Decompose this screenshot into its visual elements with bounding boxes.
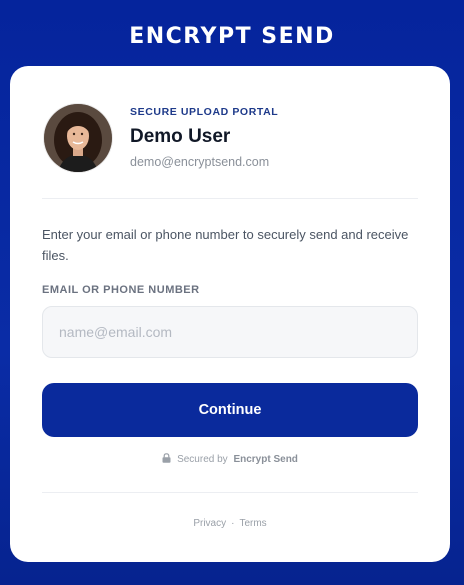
privacy-link[interactable]: Privacy xyxy=(193,518,226,529)
terms-link[interactable]: Terms xyxy=(239,518,266,529)
secured-by-text: Secured by xyxy=(177,454,228,465)
email-phone-label: EMAIL OR PHONE NUMBER xyxy=(42,284,200,296)
brand-logo: ENCRYPT SEND xyxy=(129,24,335,49)
continue-button[interactable]: Continue xyxy=(42,383,418,437)
secured-by-brand: Encrypt Send xyxy=(233,454,298,465)
footer-links: Privacy · Terms xyxy=(10,518,450,529)
lock-icon xyxy=(162,453,171,466)
footer-separator: · xyxy=(231,518,235,529)
profile-info: SECURE UPLOAD PORTAL Demo User demo@encr… xyxy=(130,106,278,169)
email-phone-input[interactable] xyxy=(42,306,418,358)
divider xyxy=(42,198,418,199)
portal-label: SECURE UPLOAD PORTAL xyxy=(130,106,279,118)
user-name: Demo User xyxy=(130,126,231,147)
login-card: SECURE UPLOAD PORTAL Demo User demo@encr… xyxy=(10,66,450,562)
footer-divider xyxy=(42,492,418,493)
intro-text: Enter your email or phone number to secu… xyxy=(42,227,409,263)
avatar xyxy=(44,104,112,172)
secured-by-note: Secured by Encrypt Send xyxy=(10,453,450,466)
user-email: demo@encryptsend.com xyxy=(130,155,270,169)
avatar-image xyxy=(44,104,112,172)
